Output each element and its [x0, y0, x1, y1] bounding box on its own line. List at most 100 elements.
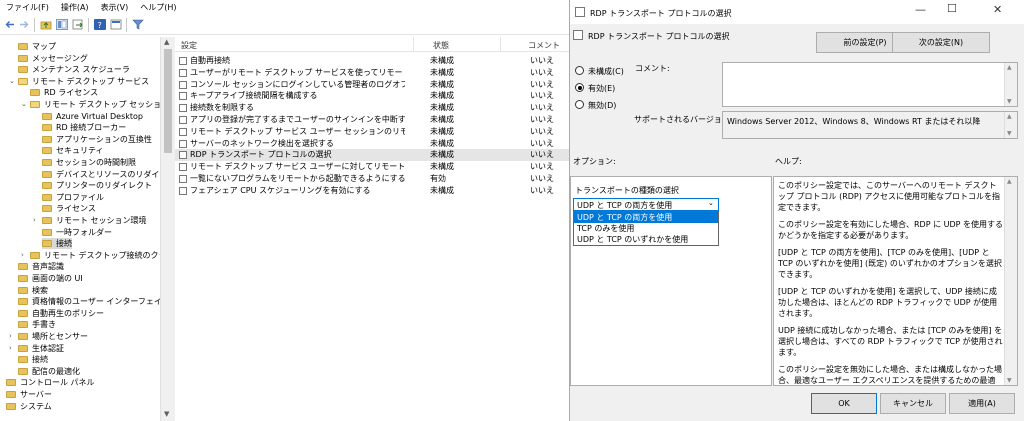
table-row[interactable]: RDP トランスポート プロトコルの選択 未構成 いいえ: [175, 149, 570, 162]
menu-file[interactable]: ファイル(F): [0, 0, 55, 13]
forward-icon[interactable]: [18, 19, 30, 30]
table-row[interactable]: コンソール セッションにログインしている管理者のログオフを拒否する 未構成 いいえ: [175, 79, 570, 91]
export-list-icon[interactable]: [72, 19, 84, 30]
tree-item[interactable]: プリンターのリダイレクト: [42, 180, 152, 191]
scroll-down-icon[interactable]: ▼: [164, 410, 169, 418]
table-row[interactable]: 接続数を制限する 未構成 いいえ: [175, 102, 570, 114]
tree-item[interactable]: 検索: [18, 285, 48, 296]
setting-name-cell: ユーザーがリモート デスクトップ サービスを使ってリモート接続することを...: [190, 67, 405, 77]
table-row[interactable]: リモート デスクトップ サービス ユーザー セッションのリモート制御のルール..…: [175, 126, 570, 138]
comment-textarea[interactable]: ▲ ▼: [722, 62, 1018, 107]
close-icon[interactable]: ✕: [993, 3, 1002, 16]
chevron-down-icon[interactable]: ⌄: [708, 199, 714, 207]
apply-button[interactable]: 適用(A): [949, 393, 1015, 414]
table-row[interactable]: アプリの登録が完了するまでユーザーのサインインを中断する 未構成 いいえ: [175, 114, 570, 126]
table-row[interactable]: 自動再接続 未構成 いいえ: [175, 55, 570, 67]
tree-item[interactable]: メンテナンス スケジューラ: [18, 64, 130, 75]
menu-action[interactable]: 操作(A): [55, 0, 95, 13]
tree-item[interactable]: コントロール パネル: [6, 377, 95, 388]
tree-item[interactable]: 接続: [18, 354, 48, 365]
tree-item[interactable]: 音声認識: [18, 261, 64, 272]
scroll-up-icon[interactable]: ▲: [164, 38, 169, 46]
show-tree-icon[interactable]: [56, 19, 68, 30]
chevron-down-icon[interactable]: ⌄: [21, 100, 27, 108]
tree-item[interactable]: デバイスとリソースのリダイレクト: [42, 169, 160, 180]
chevron-right-icon[interactable]: ›: [33, 216, 36, 224]
tree-item[interactable]: 一時フォルダー: [42, 227, 112, 238]
radio-not-configured-label[interactable]: 未構成(C): [588, 66, 624, 77]
tree-item[interactable]: 手書き: [18, 319, 56, 330]
radio-enabled-label[interactable]: 有効(E): [588, 83, 615, 94]
tree-item[interactable]: システム: [6, 401, 52, 412]
help-icon[interactable]: ?: [94, 19, 106, 30]
tree-item[interactable]: サーバー: [6, 389, 52, 400]
transport-option-both[interactable]: UDP と TCP の両方を使用: [574, 212, 718, 223]
header-setting[interactable]: 設定: [181, 40, 197, 51]
folder-icon: [18, 66, 28, 74]
next-setting-button[interactable]: 次の設定(N): [892, 32, 990, 53]
tree-item-label: 配信の最適化: [32, 366, 80, 376]
transport-option-tcp[interactable]: TCP のみを使用: [574, 223, 718, 234]
chevron-right-icon[interactable]: ›: [9, 344, 12, 352]
folder-icon: [18, 321, 28, 329]
chevron-right-icon[interactable]: ›: [21, 251, 24, 259]
setting-comment-cell: いいえ: [530, 56, 554, 65]
radio-not-configured[interactable]: [575, 66, 584, 75]
tree-item[interactable]: ライセンス: [42, 203, 96, 214]
help-panel: このポリシー設定では、このサーバーへのリモート デスクトップ プロトコル (RD…: [773, 176, 1018, 386]
maximize-icon[interactable]: ☐: [947, 2, 957, 15]
tree-item[interactable]: リモート デスクトップ接続のクライアント: [30, 250, 160, 261]
chevron-right-icon[interactable]: ›: [9, 332, 12, 340]
chevron-down-icon[interactable]: ⌄: [9, 77, 15, 85]
folder-up-icon[interactable]: [40, 19, 52, 30]
tree-item[interactable]: RD ライセンス: [30, 87, 98, 98]
radio-enabled[interactable]: [575, 83, 584, 92]
table-row[interactable]: ユーザーがリモート デスクトップ サービスを使ってリモート接続することを... 未…: [175, 67, 570, 79]
radio-disabled-label[interactable]: 無効(D): [588, 100, 616, 111]
properties-icon[interactable]: [110, 19, 122, 30]
transport-select[interactable]: UDP と TCP の両方を使用 ⌄: [573, 198, 719, 211]
table-row[interactable]: フェアシェア CPU スケジューリングを有効にする 未構成 いいえ: [175, 185, 570, 197]
comment-label: コメント:: [635, 64, 670, 73]
folder-icon: [18, 43, 28, 50]
menu-view[interactable]: 表示(V): [95, 0, 135, 13]
radio-disabled[interactable]: [575, 100, 584, 109]
tree-item[interactable]: メッセージング: [18, 53, 88, 64]
header-comment[interactable]: コメント: [528, 40, 560, 51]
tree-item[interactable]: 接続: [42, 238, 72, 250]
folder-icon: [30, 101, 40, 108]
tree-item[interactable]: マップ: [18, 41, 56, 52]
tree-item[interactable]: 場所とセンサー: [18, 331, 88, 342]
header-state[interactable]: 状態: [433, 40, 449, 51]
tree-item[interactable]: 生体認証: [18, 343, 64, 354]
tree-item[interactable]: リモート デスクトップ セッション ホスト: [30, 99, 160, 110]
tree-item[interactable]: 配信の最適化: [18, 366, 80, 377]
ok-button[interactable]: OK: [811, 393, 877, 414]
tree-item[interactable]: セッションの時間制限: [42, 157, 136, 168]
tree-item[interactable]: リモート セッション環境: [42, 215, 147, 226]
tree-item-label: プロファイル: [56, 192, 104, 202]
tree-scrollbar[interactable]: ▲ ▼: [160, 37, 175, 421]
tree-item[interactable]: リモート デスクトップ サービス: [18, 76, 149, 87]
menu-help[interactable]: ヘルプ(H): [134, 0, 182, 13]
tree-item[interactable]: 画面の端の UI: [18, 273, 83, 284]
table-row[interactable]: 一覧にないプログラムをリモートから起動できるようにする 有効 いいえ: [175, 173, 570, 185]
cancel-button[interactable]: キャンセル: [880, 393, 946, 414]
tree-item[interactable]: RD 接続ブローカー: [42, 122, 126, 133]
tree-item[interactable]: Azure Virtual Desktop: [42, 111, 143, 122]
minimize-icon[interactable]: —: [915, 3, 926, 16]
back-icon[interactable]: [4, 19, 16, 30]
tree-item[interactable]: プロファイル: [42, 192, 104, 203]
folder-icon: [42, 112, 52, 120]
tree-item[interactable]: 資格情報のユーザー インターフェイス: [18, 296, 160, 307]
transport-option-either[interactable]: UDP と TCP のいずれかを使用: [574, 234, 718, 245]
table-row[interactable]: サーバーのネットワーク検出を選択する 未構成 いいえ: [175, 138, 570, 150]
tree-item[interactable]: 自動再生のポリシー: [18, 308, 104, 319]
table-row[interactable]: リモート デスクトップ サービス ユーザーに対してリモート デスクトップ サ..…: [175, 161, 570, 173]
table-row[interactable]: キープアライブ接続間隔を構成する 未構成 いいえ: [175, 90, 570, 102]
scroll-thumb[interactable]: [164, 49, 172, 153]
tree-item[interactable]: セキュリティ: [42, 145, 104, 156]
filter-icon[interactable]: [132, 19, 144, 30]
tree-item[interactable]: アプリケーションの互換性: [42, 134, 152, 145]
tree-item-label: サーバー: [20, 390, 52, 399]
